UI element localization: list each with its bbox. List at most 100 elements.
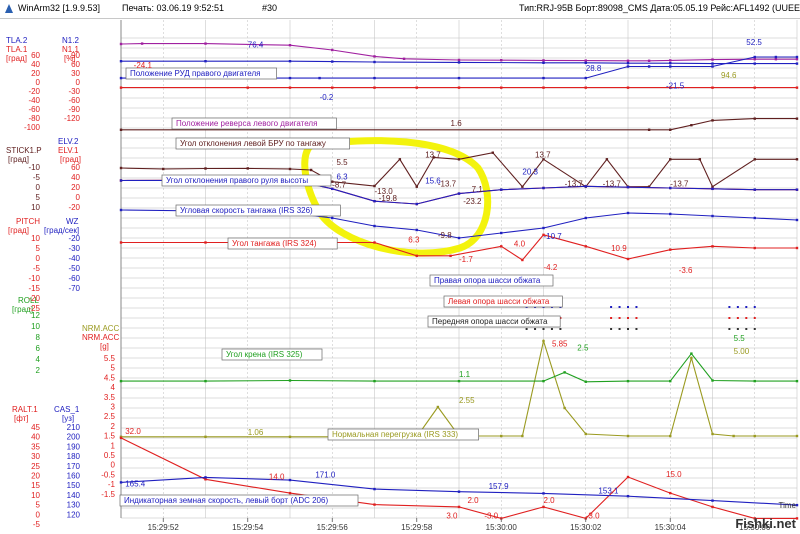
- series-point: [711, 432, 714, 436]
- series-point: [711, 505, 714, 509]
- value-label-stick-b: 13.7: [425, 150, 441, 159]
- panel-title-pitch-angle: Угол тангажа (IRS 324): [232, 239, 317, 248]
- gear-dot: [736, 317, 739, 319]
- value-label-pitch-a: 6.3: [408, 236, 420, 245]
- roll-tick: 6: [36, 344, 41, 353]
- series-point: [626, 434, 630, 438]
- wz-tick: -70: [68, 284, 80, 293]
- value-label-tla2-mid: -0.2: [320, 93, 334, 102]
- series-point: [669, 62, 672, 65]
- series-point: [795, 379, 799, 383]
- series-point: [584, 185, 587, 188]
- series-point: [753, 246, 756, 250]
- series-point: [246, 167, 249, 170]
- series-point: [373, 199, 376, 203]
- value-label-tla2-high: 52.5: [746, 38, 762, 47]
- panel-title-gear-right: Правая опора шасси обжата: [434, 276, 541, 285]
- series-point: [373, 76, 376, 80]
- value-label-nz-d: 2.5: [577, 344, 589, 353]
- nrm-tick: -1: [108, 480, 116, 489]
- ralt-axis-unit: [фт]: [14, 414, 29, 423]
- time-tick-label: 15:29:52: [148, 523, 180, 532]
- series-point: [373, 224, 376, 228]
- axis-labels: TLA.2 TLA.1 [град] N1.2 N1.1 [%] ELV.2 S…: [6, 36, 120, 423]
- series-point: [204, 42, 207, 45]
- stick-tick: -10: [28, 163, 40, 172]
- pitch-tick: -10: [28, 274, 40, 283]
- series-point: [753, 379, 756, 383]
- pitch-tick: 0: [36, 254, 41, 263]
- time-tick-label: 15:30:04: [655, 523, 687, 532]
- series-point: [753, 158, 756, 161]
- gear-dot: [635, 306, 638, 308]
- n1-tick: -30: [68, 87, 80, 96]
- cas-tick: 200: [67, 433, 81, 442]
- series-point: [669, 248, 672, 251]
- tla-axis-name-2: TLA.2: [6, 36, 28, 45]
- value-label-ralt-g: 15.0: [666, 470, 682, 479]
- nrm-axis-name-2: NRM.ACC: [82, 333, 120, 342]
- series-point: [711, 65, 714, 68]
- series-point: [584, 216, 587, 220]
- series-point: [119, 42, 123, 46]
- n1-tick: -90: [68, 105, 80, 114]
- series-point: [398, 158, 402, 161]
- series-point: [711, 86, 714, 89]
- series-point: [119, 436, 123, 440]
- series-point: [711, 245, 714, 248]
- series-point: [542, 339, 545, 343]
- series-point: [373, 60, 376, 64]
- gear-dot: [736, 328, 739, 330]
- value-label-elv-b: -19.8: [379, 194, 398, 203]
- series-point: [795, 117, 799, 120]
- series-point: [690, 356, 693, 360]
- series-point: [711, 119, 714, 122]
- tla-tick: 60: [31, 51, 40, 60]
- series-point: [584, 86, 587, 89]
- tla-tick: 20: [31, 69, 40, 78]
- stick-axis-name: STICK1.P: [6, 146, 42, 155]
- series-point: [331, 86, 334, 89]
- nrm-tick: 4: [111, 383, 116, 392]
- gear-dot: [745, 306, 748, 308]
- pitch-axis-unit: [град]: [8, 226, 29, 235]
- series-point: [753, 188, 756, 191]
- series-point: [415, 254, 418, 258]
- wz-axis-name: WZ: [66, 217, 79, 226]
- series-point: [711, 499, 714, 502]
- elv-axis-name-2: ELV.2: [58, 137, 79, 146]
- flight-info: Тип:RRJ-95В Борт:89098_CMS Дата:05.05.19…: [519, 3, 800, 13]
- series-point: [500, 59, 503, 62]
- series-point: [753, 434, 756, 438]
- stick-tick: -5: [33, 173, 41, 182]
- series-point: [521, 258, 524, 262]
- ralt-tick: 40: [31, 433, 40, 442]
- series-point: [373, 379, 376, 383]
- value-label-tla1: -24.1: [134, 61, 153, 70]
- series-point: [457, 490, 461, 493]
- gear-dot: [618, 306, 621, 308]
- series-point: [288, 44, 292, 47]
- value-label-cas-a: 165.4: [125, 479, 146, 488]
- cas-tick: 180: [67, 452, 81, 461]
- nrm-tick: 2.5: [104, 412, 116, 421]
- series-point: [119, 379, 123, 383]
- elv-tick: 40: [71, 173, 80, 182]
- nrm-tick: 0: [111, 461, 116, 470]
- series-point: [711, 379, 714, 382]
- series-point: [119, 86, 123, 89]
- cas-tick: 190: [67, 442, 81, 451]
- wz-tick: -20: [68, 234, 80, 243]
- series-point: [753, 117, 756, 120]
- n1-tick: 90: [71, 51, 80, 60]
- series-point: [690, 352, 693, 355]
- tla-tick: 0: [36, 78, 41, 87]
- pitch-axis-name: PITCH: [16, 217, 40, 226]
- tla-tick: -80: [28, 114, 40, 123]
- nrm-tick: 1: [111, 441, 116, 450]
- series-point: [331, 60, 334, 63]
- panel-title-gear-left: Левая опора шасси обжата: [448, 297, 550, 306]
- gear-dot: [610, 306, 613, 308]
- nrm-tick: 0.5: [104, 451, 116, 460]
- series-point: [626, 86, 630, 89]
